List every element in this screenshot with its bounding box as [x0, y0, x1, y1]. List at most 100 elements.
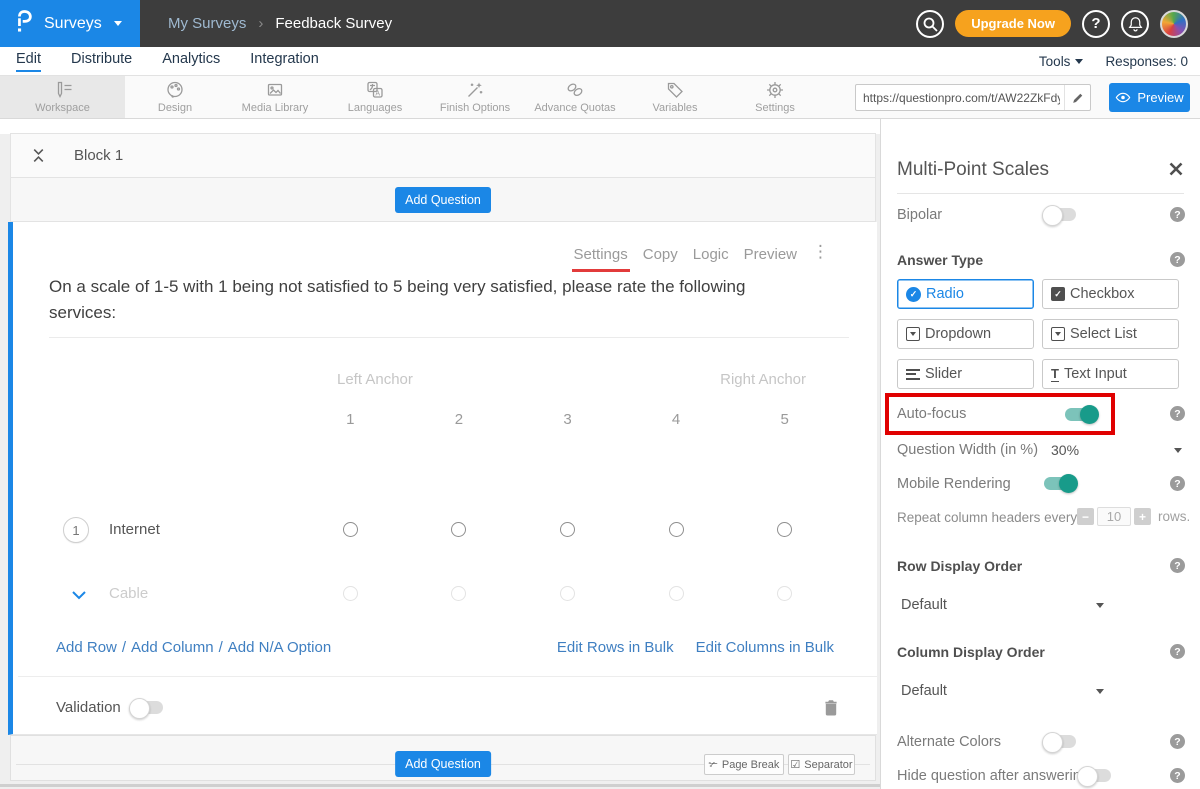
radio-option[interactable] [343, 586, 358, 601]
add-row-link[interactable]: Add Row [56, 639, 117, 656]
question-more-menu-icon[interactable]: ⋮ [812, 242, 829, 262]
toolbar-settings[interactable]: Settings [725, 76, 825, 118]
tab-distribute[interactable]: Distribute [71, 51, 132, 72]
upgrade-now-button[interactable]: Upgrade Now [955, 10, 1071, 37]
row-chevron-down-icon[interactable] [71, 587, 87, 605]
column-header[interactable]: 4 [622, 408, 731, 430]
question-width-value[interactable]: 30% [1051, 442, 1079, 458]
help-icon[interactable] [1170, 644, 1185, 659]
row-label[interactable]: Internet [109, 521, 160, 538]
help-icon[interactable] [1170, 558, 1185, 573]
user-avatar[interactable] [1160, 10, 1188, 38]
link-separator: / [219, 639, 223, 656]
radio-option[interactable] [451, 522, 466, 537]
add-question-button[interactable]: Add Question [395, 187, 491, 213]
radio-option[interactable] [777, 522, 792, 537]
product-switcher[interactable]: Surveys [0, 0, 140, 47]
toolbar-finish-options[interactable]: Finish Options [425, 76, 525, 118]
edit-url-pencil-icon[interactable] [1064, 85, 1090, 110]
left-anchor-label[interactable]: Left Anchor [337, 371, 413, 388]
column-header[interactable]: 1 [296, 408, 405, 430]
tools-menu[interactable]: Tools [1039, 54, 1084, 69]
row-label[interactable]: Cable [109, 585, 148, 602]
auto-focus-toggle[interactable] [1065, 408, 1097, 421]
delete-question-trash-icon[interactable] [823, 698, 839, 717]
question-text[interactable]: On a scale of 1-5 with 1 being not satis… [49, 274, 811, 327]
separator-button[interactable]: ☑ Separator [788, 754, 855, 775]
row-number-badge[interactable]: 1 [63, 517, 89, 543]
toolbar-item-label: Design [158, 102, 192, 114]
help-icon[interactable] [1170, 207, 1185, 222]
toolbar-languages[interactable]: A Languages [325, 76, 425, 118]
add-column-link[interactable]: Add Column [131, 639, 214, 656]
collapse-block-icon[interactable] [31, 148, 46, 163]
column-display-order-select[interactable]: Default [881, 680, 1200, 704]
toolbar-variables[interactable]: Variables [625, 76, 725, 118]
bipolar-toggle[interactable] [1044, 208, 1076, 221]
question-settings-panel: Multi-Point Scales Bipolar Answer Type ✓… [880, 119, 1200, 789]
question-tab-copy[interactable]: Copy [643, 246, 678, 263]
radio-option[interactable] [560, 586, 575, 601]
select-list-icon [1051, 327, 1065, 341]
radio-option[interactable] [560, 522, 575, 537]
alternate-colors-row: Alternate Colors [881, 731, 1200, 755]
question-tab-logic[interactable]: Logic [693, 246, 729, 263]
alternate-colors-toggle[interactable] [1044, 735, 1076, 748]
radio-option[interactable] [451, 586, 466, 601]
column-header[interactable]: 5 [730, 408, 839, 430]
answer-type-checkbox[interactable]: ✓ Checkbox [1042, 279, 1179, 309]
stepper-minus-button[interactable]: − [1077, 508, 1094, 525]
column-header[interactable]: 2 [405, 408, 514, 430]
radio-option[interactable] [669, 522, 684, 537]
toolbar-workspace[interactable]: Workspace [0, 76, 125, 118]
help-icon[interactable] [1170, 252, 1185, 267]
search-icon[interactable] [916, 10, 944, 38]
radio-option[interactable] [343, 522, 358, 537]
notifications-bell-icon[interactable] [1121, 10, 1149, 38]
responses-count[interactable]: Responses: 0 [1105, 54, 1188, 69]
toolbar-advance-quotas[interactable]: Advance Quotas [525, 76, 625, 118]
answer-type-radio[interactable]: ✓ Radio [897, 279, 1034, 309]
help-icon[interactable] [1170, 768, 1185, 783]
row-display-order-select[interactable]: Default [881, 594, 1200, 618]
add-question-button-bottom[interactable]: Add Question [395, 751, 491, 777]
toolbar-media-library[interactable]: Media Library [225, 76, 325, 118]
help-icon[interactable] [1170, 476, 1185, 491]
question-tab-settings[interactable]: Settings [574, 246, 628, 263]
answer-type-select-list[interactable]: Select List [1042, 319, 1179, 349]
add-na-option-link[interactable]: Add N/A Option [228, 639, 331, 656]
column-header[interactable]: 3 [513, 408, 622, 430]
edit-rows-bulk-link[interactable]: Edit Rows in Bulk [557, 639, 674, 656]
question-tab-preview[interactable]: Preview [744, 246, 797, 263]
hide-question-toggle[interactable] [1079, 769, 1111, 782]
repeat-headers-input[interactable] [1097, 507, 1131, 526]
tab-edit[interactable]: Edit [16, 51, 41, 72]
tab-analytics[interactable]: Analytics [162, 51, 220, 72]
toolbar-item-label: Finish Options [440, 102, 510, 114]
question-tabs: Settings Copy Logic Preview [574, 246, 797, 263]
right-anchor-label[interactable]: Right Anchor [720, 371, 806, 388]
page-break-button[interactable]: ✃ Page Break [704, 754, 784, 775]
radio-option[interactable] [669, 586, 684, 601]
help-icon[interactable] [1170, 734, 1185, 749]
tab-integration[interactable]: Integration [250, 51, 319, 72]
breadcrumb: My Surveys › Feedback Survey [168, 15, 392, 32]
chevron-down-icon[interactable] [1174, 448, 1182, 453]
answer-type-dropdown[interactable]: Dropdown [897, 319, 1034, 349]
radio-option[interactable] [777, 586, 792, 601]
validation-toggle[interactable] [131, 701, 163, 714]
edit-columns-bulk-link[interactable]: Edit Columns in Bulk [696, 639, 834, 656]
close-panel-icon[interactable] [1168, 161, 1184, 177]
survey-url-input[interactable] [856, 91, 1064, 105]
help-icon[interactable] [1170, 406, 1185, 421]
toolbar-design[interactable]: Design [125, 76, 225, 118]
breadcrumb-my-surveys[interactable]: My Surveys [168, 15, 246, 32]
answer-type-slider[interactable]: Slider [897, 359, 1034, 389]
preview-button[interactable]: Preview [1109, 83, 1190, 112]
mobile-rendering-toggle[interactable] [1044, 477, 1076, 490]
help-icon[interactable] [1082, 10, 1110, 38]
stepper-plus-button[interactable]: + [1134, 508, 1151, 525]
answer-type-text-input[interactable]: T Text Input [1042, 359, 1179, 389]
answer-type-label: Slider [925, 366, 962, 382]
answer-type-label: Checkbox [1070, 286, 1134, 302]
